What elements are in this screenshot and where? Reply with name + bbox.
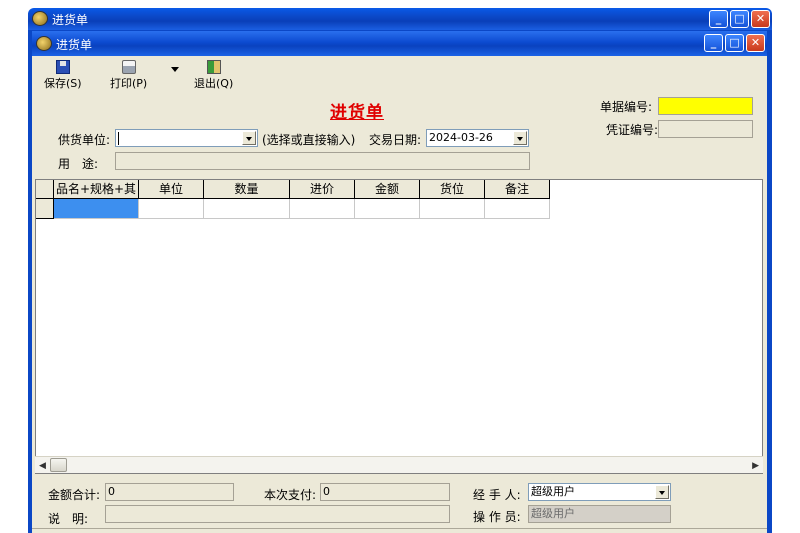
inner-maximize-button[interactable]: □ [725, 34, 744, 52]
inner-minimize-button[interactable]: _ [704, 34, 723, 52]
scrollbar-thumb[interactable] [50, 458, 67, 472]
col-header-unit[interactable]: 单位 [139, 180, 204, 199]
status-bar [32, 528, 767, 533]
save-icon [55, 60, 70, 74]
outer-window-titlebar[interactable]: 进货单 _ □ ✕ [28, 8, 772, 30]
grid-cell-name[interactable] [54, 199, 139, 219]
grid-header-row: 品名+规格+其他 单位 数量 进价 金额 货位 备注 [36, 180, 550, 214]
grid-cell-quantity[interactable] [204, 199, 290, 219]
grid-cell-price[interactable] [290, 199, 355, 219]
items-grid[interactable]: 品名+规格+其他 单位 数量 进价 金额 货位 备注 [35, 179, 763, 474]
col-header-remark[interactable]: 备注 [485, 180, 550, 199]
grid-corner-cell [36, 180, 54, 199]
trade-date-label: 交易日期: [369, 133, 422, 147]
col-header-quantity[interactable]: 数量 [204, 180, 290, 199]
note-field[interactable] [105, 505, 450, 523]
print-button[interactable]: 打印(P) [110, 60, 147, 91]
supplier-label: 供货单位: [58, 133, 111, 147]
scroll-left-arrow-icon[interactable]: ◀ [39, 461, 46, 471]
handler-dropdown-button[interactable] [655, 485, 669, 499]
grid-cell-remark[interactable] [485, 199, 550, 219]
trade-date-value: 2024-03-26 [429, 131, 493, 144]
note-label: 说 明: [48, 512, 89, 526]
inner-window-titlebar[interactable]: 进货单 _ □ ✕ [32, 31, 767, 56]
inner-app-icon [36, 36, 52, 51]
save-label: 保存(S) [44, 77, 82, 90]
operator-field: 超级用户 [528, 505, 671, 523]
col-header-location[interactable]: 货位 [420, 180, 485, 199]
total-label: 金额合计: [48, 488, 101, 502]
grid-cell-location[interactable] [420, 199, 485, 219]
horizontal-scrollbar[interactable]: ◀ ▶ [35, 456, 763, 473]
voucher-no-field[interactable] [658, 120, 753, 138]
print-dropdown-arrow-icon[interactable] [171, 67, 179, 72]
purpose-field[interactable] [115, 152, 530, 170]
outer-window-title: 进货单 [52, 13, 89, 27]
supplier-combobox[interactable] [115, 129, 258, 147]
save-button[interactable]: 保存(S) [44, 60, 82, 91]
paid-field[interactable]: 0 [320, 483, 450, 501]
outer-maximize-button[interactable]: □ [730, 10, 749, 28]
handler-combobox[interactable]: 超级用户 [528, 483, 671, 501]
purpose-label: 用 途: [58, 157, 99, 171]
inner-caption-buttons: _ □ ✕ [704, 34, 765, 52]
grid-cell-unit[interactable] [139, 199, 204, 219]
client-area: 保存(S) 打印(P) 退出(Q) 进货单 单据编号: 凭证编号: 供货单位: … [32, 56, 767, 533]
date-dropdown-button[interactable] [513, 131, 527, 145]
toolbar: 保存(S) 打印(P) 退出(Q) [32, 56, 767, 96]
outer-caption-buttons: _ □ ✕ [709, 10, 770, 28]
inner-close-button[interactable]: ✕ [746, 34, 765, 52]
exit-label: 退出(Q) [194, 77, 234, 90]
form-title: 进货单 [330, 103, 384, 123]
exit-button[interactable]: 退出(Q) [194, 60, 233, 91]
handler-value: 超级用户 [531, 485, 575, 498]
handler-label: 经 手 人: [473, 488, 521, 502]
supplier-hint: (选择或直接输入) [262, 133, 356, 147]
table-row[interactable] [36, 199, 550, 219]
doc-no-field[interactable] [658, 97, 753, 115]
trade-date-picker[interactable]: 2024-03-26 [426, 129, 529, 147]
text-caret [118, 131, 119, 145]
grid-cell-amount[interactable] [355, 199, 420, 219]
scroll-right-arrow-icon[interactable]: ▶ [752, 461, 759, 471]
col-header-price[interactable]: 进价 [290, 180, 355, 199]
inner-window-title: 进货单 [56, 38, 93, 52]
voucher-no-label: 凭证编号: [606, 123, 659, 137]
col-header-amount[interactable]: 金额 [355, 180, 420, 199]
row-indicator[interactable] [36, 199, 54, 219]
operator-label: 操 作 员: [473, 510, 521, 524]
outer-close-button[interactable]: ✕ [751, 10, 770, 28]
printer-icon [121, 60, 136, 74]
total-field[interactable]: 0 [105, 483, 234, 501]
door-exit-icon [206, 60, 221, 74]
col-header-name[interactable]: 品名+规格+其他 [54, 180, 139, 214]
paid-label: 本次支付: [264, 488, 317, 502]
print-label: 打印(P) [110, 77, 148, 90]
doc-no-label: 单据编号: [600, 100, 653, 114]
outer-minimize-button[interactable]: _ [709, 10, 728, 28]
app-icon [32, 11, 48, 26]
supplier-dropdown-button[interactable] [242, 131, 256, 145]
